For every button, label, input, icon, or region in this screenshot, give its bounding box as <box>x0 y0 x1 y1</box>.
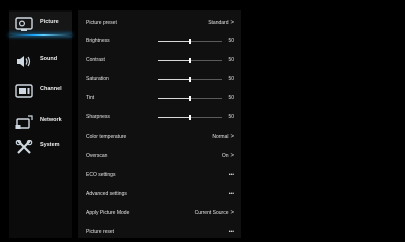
row-value: Normal > <box>212 134 234 140</box>
chevron-right-icon: > <box>230 134 234 140</box>
sidebar-item-sound[interactable]: Sound <box>9 49 72 75</box>
saturation-row[interactable]: Saturation 50 <box>78 70 241 89</box>
sidebar-item-label: System <box>40 142 60 148</box>
chevron-right-icon: > <box>230 210 234 216</box>
sidebar-item-label: Network <box>40 117 62 123</box>
slider-value: 50 <box>228 76 234 82</box>
more-options-icon: ••• <box>228 191 234 197</box>
channel-icon <box>15 83 33 99</box>
row-value: Current Source > <box>194 210 234 216</box>
row-label: Picture reset <box>86 229 115 235</box>
apply-picture-mode-row[interactable]: Apply Picture Mode Current Source > <box>78 204 241 223</box>
tint-row[interactable]: Tint 50 <box>78 89 241 108</box>
contrast-slider[interactable] <box>158 58 222 63</box>
chevron-right-icon: > <box>230 153 234 159</box>
row-label: Saturation <box>86 76 109 82</box>
slider-handle <box>189 77 191 82</box>
chevron-right-icon: > <box>230 20 234 26</box>
color-temperature-row[interactable]: Color temperature Normal > <box>78 128 241 147</box>
row-label: Color temperature <box>86 134 127 140</box>
brightness-slider[interactable] <box>158 39 222 44</box>
eco-settings-row[interactable]: ECO settings ••• <box>78 166 241 185</box>
slider-handle <box>189 58 191 63</box>
picture-reset-row[interactable]: Picture reset ••• <box>78 223 241 242</box>
advanced-settings-row[interactable]: Advanced settings ••• <box>78 185 241 204</box>
sharpness-slider[interactable] <box>158 115 222 120</box>
more-options-icon: ••• <box>228 229 234 235</box>
sidebar-item-label: Sound <box>40 56 58 62</box>
network-icon <box>15 114 33 130</box>
row-label: Brightness <box>86 38 110 44</box>
more-options-icon: ••• <box>228 172 234 178</box>
picture-icon <box>15 16 33 32</box>
row-value: On > <box>221 153 234 159</box>
slider-handle <box>189 39 191 44</box>
row-label: Tint <box>86 95 95 101</box>
row-label: ECO settings <box>86 172 116 178</box>
sidebar-item-label: Channel <box>40 86 62 92</box>
row-label: Picture preset <box>86 20 117 26</box>
picture-preset-row[interactable]: Picture preset Standard > <box>78 14 241 33</box>
row-value: Standard > <box>208 20 234 26</box>
sidebar-item-system[interactable]: System <box>9 135 72 161</box>
slider-value: 50 <box>228 95 234 101</box>
brightness-row[interactable]: Brightness 50 <box>78 32 241 51</box>
settings-sidebar: Picture Sound Channel Network System <box>9 10 72 238</box>
picture-settings-menu: Picture preset Standard > Brightness 50 C… <box>78 10 241 238</box>
system-tools-icon <box>15 139 33 155</box>
sharpness-row[interactable]: Sharpness 50 <box>78 108 241 127</box>
saturation-slider[interactable] <box>158 77 222 82</box>
slider-value: 50 <box>228 57 234 63</box>
row-label: Contrast <box>86 57 105 63</box>
row-label: Overscan <box>86 153 108 159</box>
row-label: Sharpness <box>86 114 110 120</box>
slider-handle <box>189 115 191 120</box>
row-label: Advanced settings <box>86 191 127 197</box>
row-label: Apply Picture Mode <box>86 210 130 216</box>
slider-handle <box>189 96 191 101</box>
overscan-row[interactable]: Overscan On > <box>78 147 241 166</box>
sidebar-item-label: Picture <box>40 19 59 25</box>
sidebar-item-network[interactable]: Network <box>9 110 72 136</box>
contrast-row[interactable]: Contrast 50 <box>78 51 241 70</box>
tint-slider[interactable] <box>158 96 222 101</box>
active-section-indicator <box>9 34 72 36</box>
speaker-icon <box>15 53 33 69</box>
sidebar-item-channel[interactable]: Channel <box>9 79 72 105</box>
slider-value: 50 <box>228 38 234 44</box>
slider-value: 50 <box>228 114 234 120</box>
